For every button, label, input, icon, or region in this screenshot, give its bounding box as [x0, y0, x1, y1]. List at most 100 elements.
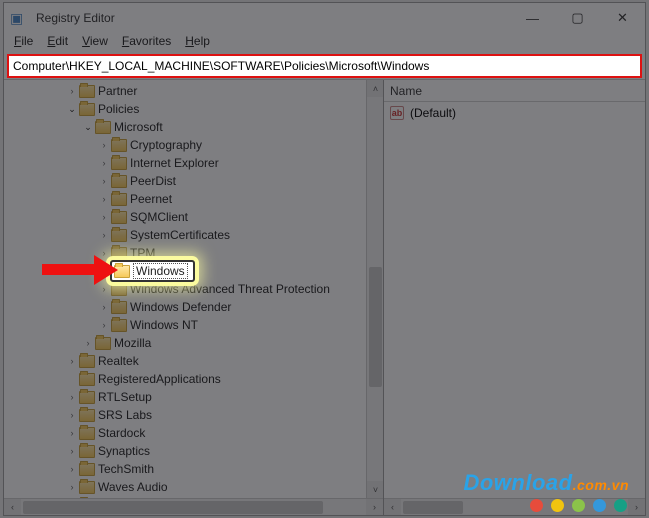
dot-icon — [593, 499, 606, 512]
address-bar[interactable]: Computer\HKEY_LOCAL_MACHINE\SOFTWARE\Pol… — [8, 55, 641, 77]
titlebar: ▣ Registry Editor — ▢ ✕ — [4, 3, 645, 33]
tree-node-synaptics[interactable]: › Synaptics — [4, 442, 383, 460]
selected-node-highlight: Windows — [110, 260, 195, 282]
folder-icon — [111, 229, 127, 242]
chevron-right-icon[interactable]: › — [66, 356, 78, 366]
tree-node-mozilla[interactable]: › Mozilla — [4, 334, 383, 352]
tree-node-partner[interactable]: › Partner — [4, 82, 383, 100]
close-button[interactable]: ✕ — [600, 3, 645, 33]
chevron-right-icon[interactable]: › — [98, 158, 110, 168]
menu-fav-label: avorites — [129, 34, 171, 48]
address-path: Computer\HKEY_LOCAL_MACHINE\SOFTWARE\Pol… — [13, 59, 429, 73]
scroll-thumb[interactable] — [23, 501, 323, 514]
window-controls: — ▢ ✕ — [510, 3, 645, 33]
chevron-right-icon[interactable]: › — [98, 284, 110, 294]
chevron-right-icon[interactable]: › — [66, 428, 78, 438]
tree-node-windows[interactable]: › Windows — [4, 262, 383, 280]
menu-file[interactable]: File — [8, 33, 39, 53]
scroll-right-button[interactable]: › — [366, 499, 383, 516]
column-header[interactable]: Name — [384, 80, 645, 102]
chevron-right-icon[interactable]: › — [98, 212, 110, 222]
tree-node-rtlsetup[interactable]: › RTLSetup — [4, 388, 383, 406]
folder-icon — [79, 85, 95, 98]
value-name: (Default) — [410, 106, 456, 120]
chevron-right-icon[interactable]: › — [98, 320, 110, 330]
window-title: Registry Editor — [36, 11, 510, 25]
chevron-down-icon[interactable]: ⌄ — [82, 122, 94, 133]
tree-node-watp[interactable]: › Windows Advanced Threat Protection — [4, 280, 383, 298]
tree-node-tpm[interactable]: › TPM — [4, 244, 383, 262]
tree-node-wdef[interactable]: › Windows Defender — [4, 298, 383, 316]
watermark-logo: Download.com.vn — [463, 470, 629, 496]
scroll-down-button[interactable]: ˅ — [367, 481, 384, 498]
tree-node-syscert[interactable]: › SystemCertificates — [4, 226, 383, 244]
chevron-right-icon[interactable]: › — [66, 446, 78, 456]
scroll-track[interactable] — [367, 97, 383, 481]
tree-node-ie[interactable]: › Internet Explorer — [4, 154, 383, 172]
column-name: Name — [390, 84, 422, 98]
chevron-right-icon[interactable]: › — [82, 338, 94, 348]
tree-vertical-scrollbar[interactable]: ˄ ˅ — [366, 80, 383, 498]
folder-icon — [79, 409, 95, 422]
menu-favorites[interactable]: Favorites — [116, 33, 177, 53]
tree-node-cryptography[interactable]: › Cryptography — [4, 136, 383, 154]
scroll-track[interactable] — [21, 499, 366, 515]
tree-node-techsmith[interactable]: › TechSmith — [4, 460, 383, 478]
chevron-right-icon[interactable]: › — [66, 464, 78, 474]
folder-icon — [114, 265, 130, 278]
chevron-right-icon[interactable]: › — [98, 230, 110, 240]
folder-icon — [79, 355, 95, 368]
tree-horizontal-scrollbar[interactable]: ‹ › — [4, 498, 383, 515]
menu-file-label: ile — [21, 34, 33, 48]
chevron-right-icon[interactable]: › — [98, 194, 110, 204]
folder-icon — [79, 481, 95, 494]
tree-node-sqm[interactable]: › SQMClient — [4, 208, 383, 226]
scroll-left-button[interactable]: ‹ — [4, 499, 21, 516]
scroll-up-button[interactable]: ˄ — [367, 80, 384, 97]
chevron-right-icon[interactable]: › — [98, 266, 110, 276]
string-value-icon: ab — [390, 106, 404, 120]
chevron-right-icon[interactable]: › — [98, 176, 110, 186]
minimize-button[interactable]: — — [510, 3, 555, 33]
folder-icon — [79, 427, 95, 440]
menu-help[interactable]: Help — [179, 33, 216, 53]
tree-node-peernet[interactable]: › Peernet — [4, 190, 383, 208]
folder-icon — [79, 373, 95, 386]
maximize-button[interactable]: ▢ — [555, 3, 600, 33]
values-pane: Name ab (Default) ‹ › — [384, 80, 645, 515]
scroll-thumb[interactable] — [403, 501, 463, 514]
chevron-right-icon[interactable]: › — [66, 410, 78, 420]
registry-tree[interactable]: › Partner ⌄ Policies ⌄ Microsoft — [4, 80, 383, 498]
chevron-right-icon[interactable]: › — [66, 86, 78, 96]
dot-icon — [614, 499, 627, 512]
folder-icon — [111, 247, 127, 260]
tree-node-policies[interactable]: ⌄ Policies — [4, 100, 383, 118]
chevron-right-icon[interactable]: › — [98, 140, 110, 150]
tree-node-microsoft[interactable]: ⌄ Microsoft — [4, 118, 383, 136]
menu-view[interactable]: View — [76, 33, 114, 53]
scroll-right-button[interactable]: › — [628, 499, 645, 516]
folder-icon — [111, 193, 127, 206]
menu-edit[interactable]: Edit — [41, 33, 74, 53]
tree-node-peerdist[interactable]: › PeerDist — [4, 172, 383, 190]
chevron-right-icon[interactable]: › — [98, 248, 110, 258]
chevron-right-icon[interactable]: › — [66, 392, 78, 402]
dot-icon — [551, 499, 564, 512]
tree-node-stardock[interactable]: › Stardock — [4, 424, 383, 442]
tree-node-realtek[interactable]: › Realtek — [4, 352, 383, 370]
tree-node-regapps[interactable]: · RegisteredApplications — [4, 370, 383, 388]
folder-icon — [111, 157, 127, 170]
scroll-left-button[interactable]: ‹ — [384, 499, 401, 516]
scroll-thumb[interactable] — [369, 267, 382, 387]
menu-view-label: iew — [90, 34, 108, 48]
tree-node-waves[interactable]: › Waves Audio — [4, 478, 383, 496]
chevron-down-icon[interactable]: ⌄ — [66, 104, 78, 115]
tree-node-srs[interactable]: › SRS Labs — [4, 406, 383, 424]
watermark-dots — [530, 499, 627, 512]
chevron-right-icon[interactable]: › — [98, 302, 110, 312]
values-list[interactable]: ab (Default) — [384, 102, 645, 498]
value-row-default[interactable]: ab (Default) — [384, 104, 645, 122]
tree-node-wnt[interactable]: › Windows NT — [4, 316, 383, 334]
chevron-right-icon[interactable]: › — [66, 482, 78, 492]
folder-icon — [95, 121, 111, 134]
